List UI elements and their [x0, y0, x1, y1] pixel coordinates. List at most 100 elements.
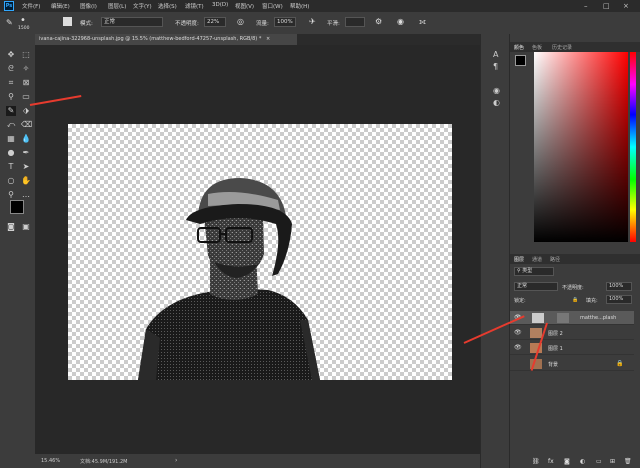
delete-icon[interactable]: 🗑	[624, 458, 632, 465]
lasso-tool-icon[interactable]: ᘓ	[6, 64, 16, 74]
tab-swatches[interactable]: 色板	[532, 44, 542, 51]
menu-help[interactable]: 帮助(H)	[290, 2, 309, 10]
info-panel-icon[interactable]: ◉	[493, 86, 500, 95]
tab-paths[interactable]: 路径	[550, 256, 560, 263]
layer-filter-select[interactable]: ⚲ 类型	[514, 267, 554, 276]
magic-wand-icon[interactable]: ✧	[21, 64, 31, 74]
layer-name[interactable]: 背景	[548, 361, 558, 368]
menu-edit[interactable]: 编辑(E)	[51, 2, 70, 10]
adjustment-icon[interactable]: ◐	[580, 458, 585, 465]
layer-name[interactable]: 图层 1	[548, 345, 563, 352]
pressure-opacity-icon[interactable]: ◎	[237, 17, 244, 26]
pen-tool-icon[interactable]: ✒	[21, 148, 31, 158]
crop-tool-icon[interactable]: ⌗	[6, 78, 16, 88]
doc-size[interactable]: 文档:45.9M/191.2M	[80, 458, 127, 465]
zoom-level[interactable]: 15.46%	[41, 458, 60, 464]
link-icon[interactable]: ⛓	[532, 458, 540, 465]
gradient-icon[interactable]: ▦	[6, 134, 16, 144]
brush-panel-icon[interactable]	[63, 17, 72, 26]
menu-filter[interactable]: 滤镜(T)	[185, 2, 204, 10]
adjustments-panel-icon[interactable]: ◐	[493, 98, 500, 107]
group-icon[interactable]: ▭	[596, 458, 602, 465]
type-tool-icon[interactable]: T	[6, 162, 16, 172]
layer-row-layer1[interactable]: 👁 图层 1	[510, 341, 634, 355]
eraser-icon[interactable]: ⌫	[21, 120, 32, 130]
gear-icon[interactable]: ⚙	[375, 17, 382, 26]
document-tab[interactable]: ivana-cajina-322968-unsplash.jpg @ 15.5%…	[35, 34, 297, 45]
frame-tool-icon[interactable]: ⊠	[21, 78, 31, 88]
menu-view[interactable]: 视图(V)	[235, 2, 254, 10]
layer-blend-mode-select[interactable]: 正常	[514, 282, 558, 291]
move-tool-icon[interactable]: ✥	[6, 50, 16, 60]
menu-type[interactable]: 文字(Y)	[133, 2, 152, 10]
dodge-tool-icon[interactable]: ●	[6, 148, 16, 158]
fx-icon[interactable]: fx	[548, 458, 554, 465]
lock-icon[interactable]: 🔒	[572, 297, 578, 303]
tab-color[interactable]: 颜色	[514, 44, 524, 51]
minimize-icon[interactable]: –	[584, 2, 588, 10]
tab-channels[interactable]: 通道	[532, 256, 542, 263]
layer-row-background[interactable]: 背景 🔒	[510, 357, 634, 371]
airbrush-icon[interactable]: ✈	[309, 17, 316, 26]
close-icon[interactable]: ×	[623, 2, 629, 10]
status-arrow-icon[interactable]: ›	[175, 457, 177, 464]
blur-tool-icon[interactable]: 💧	[21, 134, 31, 144]
maximize-icon[interactable]: □	[603, 2, 610, 10]
pressure-size-icon[interactable]: ◉	[397, 17, 404, 26]
tab-layers[interactable]: 图层	[514, 256, 524, 263]
eyedropper-icon[interactable]: ⚲	[6, 92, 16, 102]
lock-icon: 🔒	[616, 360, 624, 367]
color-hue-slider[interactable]	[630, 52, 636, 242]
brush-tool-icon[interactable]: ✎	[6, 18, 13, 27]
document-canvas[interactable]	[68, 124, 452, 380]
layer-name[interactable]: matthe...plash	[580, 315, 616, 321]
zoom-tool-icon[interactable]: ⚲	[6, 190, 16, 200]
history-brush-icon[interactable]: ⤺	[6, 120, 16, 130]
status-bar: 15.46% 文档:45.9M/191.2M ›	[35, 454, 480, 468]
foreground-color-swatch[interactable]	[10, 200, 24, 214]
tab-history[interactable]: 历史记录	[552, 44, 572, 51]
opacity-input[interactable]: 22%	[204, 17, 226, 27]
clone-stamp-icon[interactable]: ⬗	[21, 106, 31, 116]
mode-select[interactable]: 正常	[101, 17, 163, 27]
layer-row-layer2[interactable]: 👁 图层 2	[510, 326, 634, 340]
menu-image[interactable]: 图像(I)	[80, 2, 97, 10]
app-logo[interactable]: Ps	[4, 1, 14, 11]
character-panel-icon[interactable]: A	[493, 50, 498, 59]
color-saturation-field[interactable]	[534, 52, 628, 242]
color-panel-tabs: 颜色 色板 历史记录	[510, 42, 640, 52]
layer-name[interactable]: 图层 2	[548, 330, 563, 337]
symmetry-icon[interactable]: ⟗	[419, 17, 426, 27]
brush-preset-icon[interactable]: •	[20, 15, 26, 26]
path-select-icon[interactable]: ➤	[21, 162, 31, 172]
brush-tool-icon-active[interactable]: ✎	[6, 106, 16, 116]
more-tools-icon[interactable]: …	[21, 190, 31, 200]
rectangle-tool-icon[interactable]: ▭	[21, 92, 31, 102]
menu-3d[interactable]: 3D(D)	[212, 2, 228, 8]
eye-icon[interactable]: 👁	[514, 344, 522, 351]
mask-icon[interactable]: ◙	[564, 458, 570, 465]
close-tab-icon[interactable]: ×	[266, 36, 270, 42]
menu-layer[interactable]: 图层(L)	[108, 2, 126, 10]
quick-mask-icon[interactable]: ◙	[6, 222, 16, 232]
layer-opacity-input[interactable]: 100%	[606, 282, 632, 291]
marquee-tool-icon[interactable]: ⬚	[21, 50, 31, 60]
opacity-label: 不透明度:	[175, 21, 199, 27]
color-panel-foreground[interactable]	[515, 55, 526, 66]
fill-input[interactable]: 100%	[606, 295, 632, 304]
layer-mask-thumbnail[interactable]	[557, 313, 569, 323]
screen-mode-icon[interactable]: ▣	[21, 222, 31, 232]
paragraph-panel-icon[interactable]: ¶	[493, 62, 498, 71]
layers-footer: ⛓ fx ◙ ◐ ▭ ⊞ 🗑	[510, 456, 640, 468]
smoothing-input[interactable]	[345, 17, 365, 27]
layer-row-matthew[interactable]: 👁 matthe...plash	[510, 311, 634, 325]
hand-tool-icon[interactable]: ✋	[21, 176, 31, 186]
menu-window[interactable]: 窗口(W)	[262, 2, 283, 10]
menu-select[interactable]: 选择(S)	[158, 2, 177, 10]
menu-file[interactable]: 文件(F)	[22, 2, 40, 10]
new-layer-icon[interactable]: ⊞	[610, 458, 615, 465]
flow-input[interactable]: 100%	[274, 17, 296, 27]
eye-icon[interactable]: 👁	[514, 329, 522, 336]
document-tab-title: ivana-cajina-322968-unsplash.jpg @ 15.5%…	[39, 36, 262, 42]
ellipse-tool-icon[interactable]: ○	[6, 176, 16, 186]
